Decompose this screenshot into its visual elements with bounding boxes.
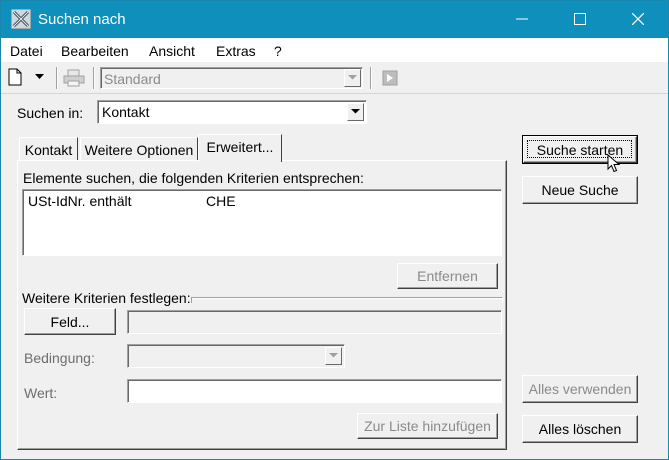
view-combo-dropdown-button[interactable]	[344, 69, 361, 87]
maximize-icon	[574, 13, 586, 25]
tab-erweitert-label: Erweitert...	[206, 139, 274, 155]
value-label: Wert:	[24, 385, 58, 401]
more-criteria-label: Weitere Kriterien festlegen:	[22, 290, 191, 306]
menu-ansicht[interactable]: Ansicht	[149, 43, 195, 59]
close-icon	[632, 13, 644, 25]
search-in-select[interactable]: Kontakt	[97, 100, 367, 124]
new-search-button[interactable]: Neue Suche	[522, 176, 638, 204]
criteria-list[interactable]: USt-IdNr. enthält CHE	[22, 189, 502, 256]
clear-all-button[interactable]: Alles löschen	[522, 415, 638, 443]
minimize-button[interactable]	[492, 1, 552, 38]
menu-extras[interactable]: Extras	[216, 43, 256, 59]
mouse-cursor-icon	[607, 154, 620, 173]
remove-button[interactable]: Entfernen	[397, 263, 498, 289]
chevron-down-icon	[329, 353, 338, 358]
maximize-button[interactable]	[550, 1, 610, 38]
group-divider	[191, 297, 503, 303]
tab-erweitert[interactable]: Erweitert...	[198, 134, 282, 162]
menu-bearbeiten[interactable]: Bearbeiten	[61, 43, 129, 59]
tab-weitere-optionen-label: Weitere Optionen	[84, 142, 194, 158]
menu-datei[interactable]: Datei	[10, 43, 43, 59]
chevron-down-icon	[351, 109, 360, 114]
app-icon	[11, 9, 31, 29]
search-dialog-window: Suchen nach Datei Bearbeiten Ansicht Ext…	[0, 0, 669, 460]
value-input[interactable]	[127, 379, 502, 403]
search-in-label: Suchen in:	[17, 105, 84, 121]
tab-kontakt[interactable]: Kontakt	[19, 137, 78, 161]
toolbar-separator	[93, 67, 95, 89]
view-combo-value: Standard	[104, 71, 161, 87]
toolbar-separator	[56, 67, 58, 89]
field-display	[127, 310, 502, 334]
minimize-icon	[516, 18, 528, 20]
open-item-icon[interactable]	[381, 69, 399, 87]
use-all-button[interactable]: Alles verwenden	[522, 375, 638, 403]
toolbar: Standard	[1, 62, 668, 94]
condition-dropdown-button[interactable]	[325, 347, 342, 365]
title-bar[interactable]: Suchen nach	[1, 1, 668, 38]
criteria-value-cell: CHE	[206, 193, 236, 209]
criteria-heading: Elemente suchen, die folgenden Kriterien…	[23, 170, 364, 186]
view-combo[interactable]: Standard	[100, 67, 363, 89]
menu-help[interactable]: ?	[274, 43, 282, 59]
criteria-field-cell: USt-IdNr. enthält	[28, 193, 132, 209]
tab-kontakt-label: Kontakt	[24, 142, 73, 158]
search-in-dropdown-button[interactable]	[347, 103, 364, 121]
print-icon[interactable]	[63, 69, 85, 87]
chevron-down-icon	[348, 75, 357, 80]
close-button[interactable]	[608, 1, 668, 38]
menu-bar: Datei Bearbeiten Ansicht Extras ?	[1, 38, 668, 62]
new-document-icon[interactable]	[8, 68, 22, 86]
add-to-list-button[interactable]: Zur Liste hinzufügen	[357, 413, 498, 439]
search-in-value: Kontakt	[102, 104, 150, 120]
condition-select[interactable]	[127, 344, 345, 368]
window-title: Suchen nach	[38, 11, 126, 28]
list-item[interactable]: USt-IdNr. enthält CHE	[26, 192, 496, 209]
toolbar-separator	[370, 67, 372, 89]
condition-label: Bedingung:	[24, 350, 95, 366]
chevron-down-icon[interactable]	[35, 74, 44, 80]
field-button[interactable]: Feld...	[24, 308, 116, 335]
tab-weitere-optionen[interactable]: Weitere Optionen	[80, 137, 198, 161]
